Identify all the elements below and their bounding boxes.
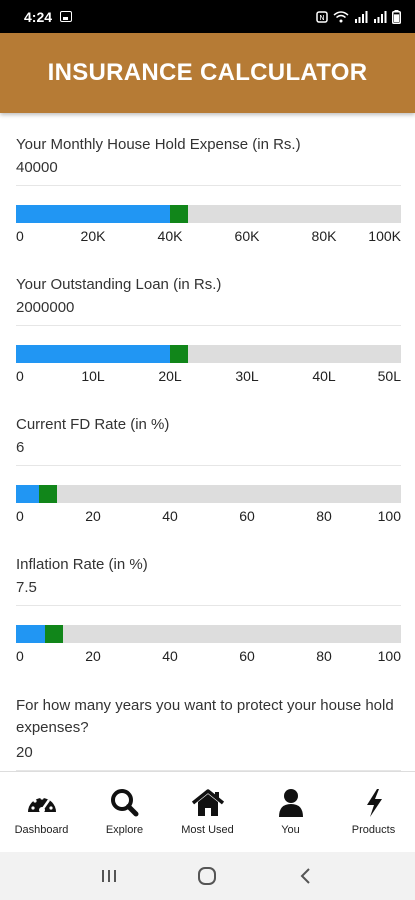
scale-tick-label: 100K xyxy=(368,228,401,244)
svg-text:N: N xyxy=(319,14,324,22)
person-icon xyxy=(278,789,303,817)
scale-tick-label: 60 xyxy=(239,648,255,664)
nfc-icon: N xyxy=(316,10,328,23)
home-circle-icon xyxy=(198,867,217,885)
scale-tick-label: 60 xyxy=(239,508,255,524)
slider-thumb[interactable] xyxy=(44,625,63,643)
scale-tick-label: 10L xyxy=(81,368,105,384)
dashboard-gauge-icon xyxy=(27,796,56,813)
slider-thumb[interactable] xyxy=(170,205,188,223)
back-icon xyxy=(300,868,310,884)
recents-button[interactable] xyxy=(89,856,129,896)
slider-fill xyxy=(16,205,170,223)
outstanding-loan-slider[interactable] xyxy=(16,345,401,363)
system-home-button[interactable] xyxy=(187,856,227,896)
scale-tick-label: 100 xyxy=(377,648,401,664)
scale-tick-label: 40L xyxy=(312,368,336,384)
nav-label: Explore xyxy=(105,824,144,836)
scale-tick-label: 0 xyxy=(16,368,24,384)
outstanding-loan-scale: 0 10L 20L 30L 40L 50L xyxy=(16,368,401,386)
app-header: INSURANCE CALCULATOR xyxy=(0,33,415,113)
system-navigation-bar xyxy=(0,852,415,900)
fd-rate-value[interactable]: 6 xyxy=(16,439,24,456)
nav-products[interactable]: Products xyxy=(332,772,415,852)
scale-tick-label: 40K xyxy=(157,228,183,244)
scale-tick-label: 80 xyxy=(316,648,332,664)
protection-years-value[interactable]: 20 xyxy=(16,744,33,761)
bottom-navigation: Dashboard Explore Most Used You Products xyxy=(0,771,415,852)
divider xyxy=(16,465,401,466)
scale-tick-label: 0 xyxy=(16,648,24,664)
scale-tick-label: 0 xyxy=(16,228,24,244)
inflation-rate-value[interactable]: 7.5 xyxy=(16,579,37,596)
nav-you[interactable]: You xyxy=(249,772,332,852)
nav-explore[interactable]: Explore xyxy=(83,772,166,852)
fd-rate-slider[interactable] xyxy=(16,485,401,503)
outstanding-loan-label: Your Outstanding Loan (in Rs.) xyxy=(16,276,222,293)
battery-icon xyxy=(392,9,401,24)
inflation-rate-slider[interactable] xyxy=(16,625,401,643)
divider xyxy=(16,185,401,186)
scale-tick-label: 40 xyxy=(162,648,178,664)
fd-rate-label: Current FD Rate (in %) xyxy=(16,416,170,433)
status-icons: N xyxy=(316,9,401,24)
scale-tick-label: 20 xyxy=(85,648,101,664)
scale-tick-label: 40 xyxy=(162,508,178,524)
signal-icon xyxy=(355,10,368,23)
scale-tick-label: 30L xyxy=(235,368,259,384)
scale-tick-label: 20K xyxy=(80,228,106,244)
page-title: INSURANCE CALCULATOR xyxy=(47,59,368,86)
status-bar: 4:24 N xyxy=(0,0,415,33)
home-icon xyxy=(191,789,224,816)
recents-icon xyxy=(102,870,117,882)
search-icon xyxy=(110,789,138,817)
status-time: 4:24 xyxy=(24,8,53,25)
scale-tick-label: 60K xyxy=(234,228,260,244)
scale-tick-label: 20 xyxy=(85,508,101,524)
nav-most-used[interactable]: Most Used xyxy=(166,772,249,852)
household-expense-scale: 0 20K 40K 60K 80K 100K xyxy=(16,228,401,246)
back-button[interactable] xyxy=(286,856,326,896)
household-expense-value[interactable]: 40000 xyxy=(16,159,58,176)
nav-label: Dashboard xyxy=(14,824,69,836)
nav-label: Products xyxy=(351,824,396,836)
slider-fill xyxy=(16,625,45,643)
inflation-rate-label: Inflation Rate (in %) xyxy=(16,556,148,573)
inflation-rate-scale: 0 20 40 60 80 100 xyxy=(16,648,401,666)
scale-tick-label: 0 xyxy=(16,508,24,524)
outstanding-loan-value[interactable]: 2000000 xyxy=(16,299,74,316)
household-expense-label: Your Monthly House Hold Expense (in Rs.) xyxy=(16,136,301,153)
nav-dashboard[interactable]: Dashboard xyxy=(0,772,83,852)
fd-rate-scale: 0 20 40 60 80 100 xyxy=(16,508,401,526)
nav-label: Most Used xyxy=(181,824,234,836)
calculator-form[interactable]: Your Monthly House Hold Expense (in Rs.)… xyxy=(0,113,415,771)
lightning-icon xyxy=(366,789,382,817)
scale-tick-label: 20L xyxy=(158,368,182,384)
protection-years-label: For how many years you want to protect y… xyxy=(16,697,394,736)
slider-thumb[interactable] xyxy=(39,485,58,503)
scale-tick-label: 80K xyxy=(311,228,337,244)
slider-fill xyxy=(16,485,40,503)
scale-tick-label: 50L xyxy=(377,368,401,384)
scale-tick-label: 80 xyxy=(316,508,332,524)
wifi-icon xyxy=(333,10,349,22)
divider xyxy=(16,605,401,606)
slider-thumb[interactable] xyxy=(170,345,188,363)
gallery-notification-icon xyxy=(60,11,73,22)
signal-icon-2 xyxy=(374,10,387,23)
nav-label: You xyxy=(281,824,300,836)
divider xyxy=(16,325,401,326)
household-expense-slider[interactable] xyxy=(16,205,401,223)
scale-tick-label: 100 xyxy=(377,508,401,524)
slider-fill xyxy=(16,345,170,363)
